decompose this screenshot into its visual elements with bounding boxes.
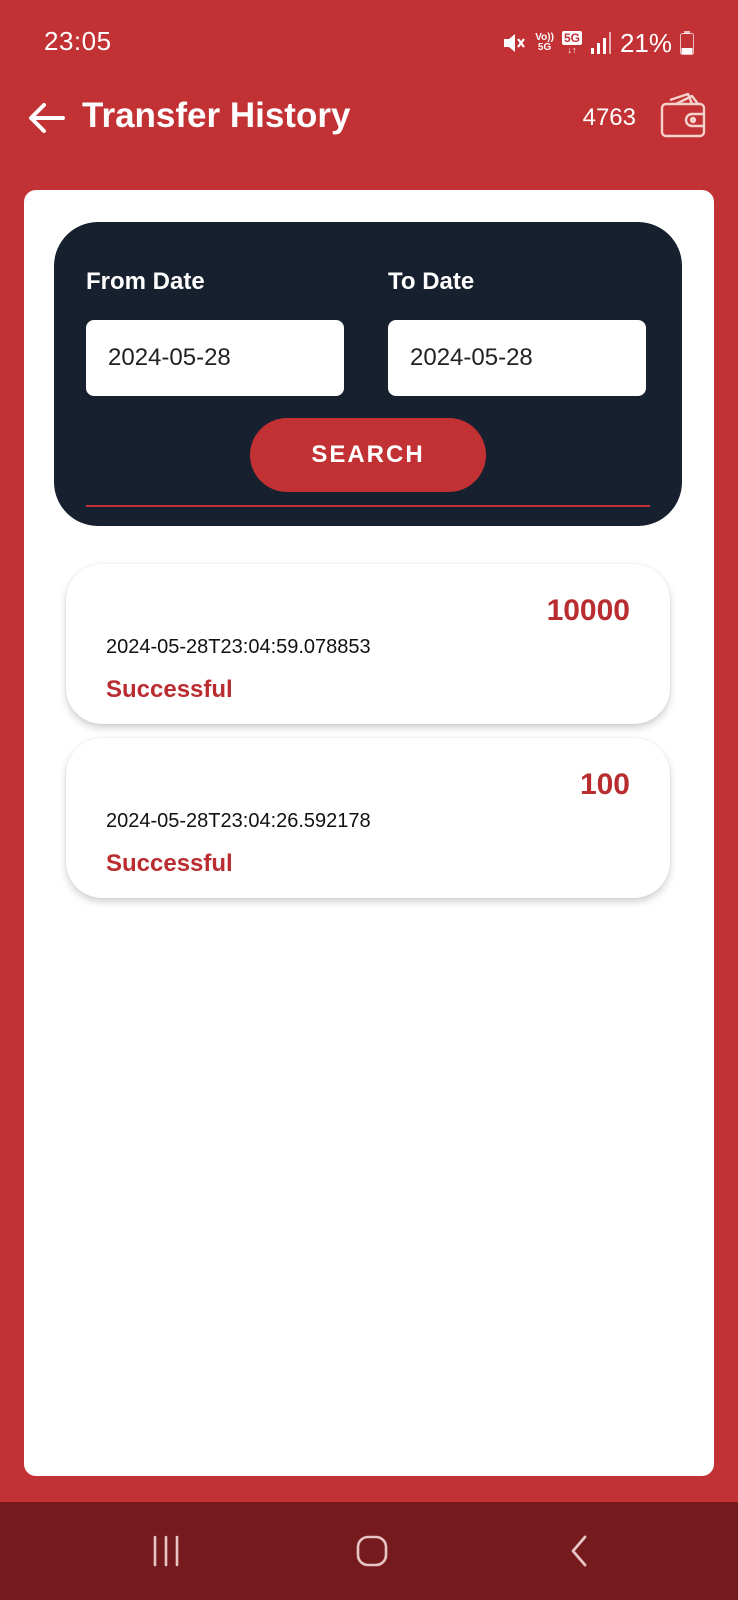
from-date-input[interactable] <box>86 320 344 396</box>
home-button[interactable] <box>342 1526 402 1576</box>
date-filter-panel: From Date To Date SEARCH <box>54 222 682 526</box>
status-bar: 23:05 Vo)) 5G 5G ↓↑ 21% <box>0 0 738 88</box>
search-button[interactable]: SEARCH <box>250 418 486 492</box>
nav-back-icon <box>571 1535 587 1567</box>
signal-icon <box>590 31 612 55</box>
transfer-amount: 100 <box>579 768 630 801</box>
transfer-amount: 10000 <box>546 594 630 627</box>
to-date-input[interactable] <box>388 320 646 396</box>
app-bar: Transfer History 4763 <box>0 88 738 188</box>
transfer-timestamp: 2024-05-28T23:04:26.592178 <box>106 810 371 832</box>
back-button[interactable] <box>22 94 70 142</box>
page-title: Transfer History <box>82 96 351 135</box>
transfer-card[interactable]: 100 2024-05-28T23:04:26.592178 Successfu… <box>66 738 670 898</box>
status-icons: Vo)) 5G 5G ↓↑ 21% <box>501 26 694 60</box>
to-date-label: To Date <box>388 268 475 295</box>
battery-icon <box>680 31 694 55</box>
mute-icon <box>501 30 527 56</box>
wallet-button[interactable] <box>656 88 712 144</box>
nav-back-button[interactable] <box>550 1526 610 1576</box>
wallet-balance: 4763 <box>582 104 636 131</box>
network-5g-icon: 5G ↓↑ <box>561 31 582 55</box>
battery-percent: 21% <box>619 27 672 58</box>
volte-icon: Vo)) 5G <box>535 32 554 53</box>
recent-apps-icon <box>153 1535 179 1567</box>
system-nav-bar <box>0 1502 738 1600</box>
recent-apps-button[interactable] <box>136 1526 196 1576</box>
main-card: From Date To Date SEARCH 10000 2024-05-2… <box>24 190 714 1476</box>
home-icon <box>356 1535 388 1567</box>
status-time: 23:05 <box>44 26 112 56</box>
transfer-timestamp: 2024-05-28T23:04:59.078853 <box>106 636 371 658</box>
filter-divider <box>86 505 650 507</box>
transfer-status: Successful <box>106 850 233 877</box>
back-arrow-icon <box>29 103 65 133</box>
transfer-status: Successful <box>106 676 233 703</box>
wallet-icon <box>660 92 706 138</box>
from-date-label: From Date <box>86 268 205 295</box>
transfer-card[interactable]: 10000 2024-05-28T23:04:59.078853 Success… <box>66 564 670 724</box>
